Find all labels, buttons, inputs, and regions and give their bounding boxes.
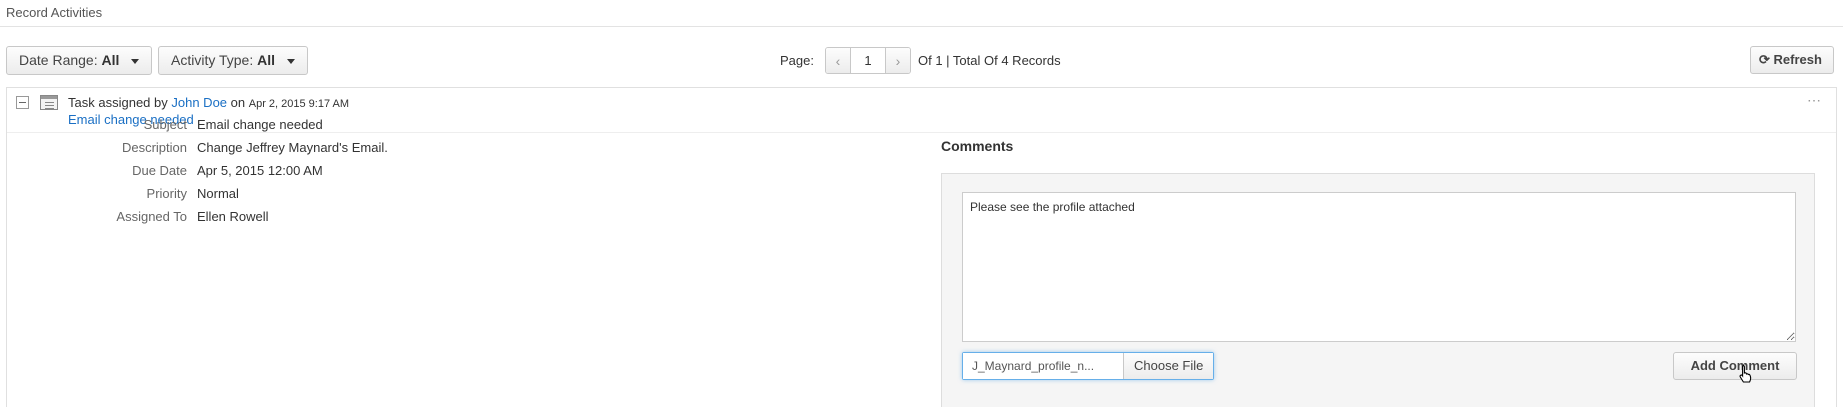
chevron-right-icon: › [895, 52, 901, 69]
caret-down-icon [286, 58, 295, 64]
activity-timestamp: Apr 2, 2015 9:17 AM [248, 98, 350, 110]
page-number-input[interactable] [850, 48, 886, 73]
more-options-icon[interactable]: ⋯ [1807, 92, 1822, 109]
activity-type-label: Activity Type: [171, 52, 254, 68]
detail-value: Email change needed [197, 117, 323, 132]
date-range-dropdown[interactable]: Date Range: All [6, 46, 153, 75]
detail-label: Subject [143, 117, 187, 132]
next-page-button[interactable]: › [886, 48, 910, 73]
assigned-by-text: assigned by [98, 95, 168, 110]
choose-file-button[interactable]: Choose File [1123, 353, 1214, 379]
activity-summary: Task assigned by John Doe on Apr 2, 2015… [68, 95, 349, 110]
detail-label: Priority [146, 186, 187, 201]
chevron-left-icon: ‹ [835, 52, 841, 69]
add-comment-button[interactable]: Add Comment [1673, 352, 1797, 380]
section-title: Record Activities [0, 0, 1843, 27]
detail-value: Change Jeffrey Maynard's Email. [197, 140, 388, 155]
date-range-value: All [101, 52, 120, 68]
pager: ‹ › [825, 47, 911, 74]
pager-summary: Of 1 | Total Of 4 Records [918, 53, 1061, 68]
comments-title: Comments [941, 138, 1014, 154]
activity-type-value: All [257, 52, 275, 68]
detail-label: Due Date [132, 163, 187, 178]
detail-value: Ellen Rowell [197, 209, 269, 224]
activity-type: Task [68, 95, 95, 110]
selected-file-name: J_Maynard_profile_n... [963, 353, 1123, 379]
refresh-icon: ⟳ [1759, 52, 1770, 67]
detail-label: Description [121, 140, 187, 155]
date-range-label: Date Range: [19, 52, 98, 68]
refresh-label: Refresh [1773, 52, 1822, 67]
file-attachment-field[interactable]: J_Maynard_profile_n... Choose File [962, 352, 1215, 380]
on-text: on [230, 95, 246, 110]
task-icon [40, 95, 58, 110]
hand-pointer-icon [1739, 364, 1752, 383]
comments-panel: J_Maynard_profile_n... Choose File Add C… [941, 173, 1815, 407]
prev-page-button[interactable]: ‹ [826, 48, 850, 73]
detail-value: Normal [197, 186, 239, 201]
refresh-button[interactable]: ⟳ Refresh [1750, 46, 1834, 74]
pager-label: Page: [780, 53, 814, 68]
detail-label: Assigned To [116, 209, 187, 224]
comment-textarea[interactable] [962, 192, 1796, 342]
activity-card: Task assigned by John Doe on Apr 2, 2015… [6, 87, 1837, 407]
assigned-by-user-link[interactable]: John Doe [171, 95, 227, 110]
detail-value: Apr 5, 2015 12:00 AM [197, 163, 323, 178]
activity-type-dropdown[interactable]: Activity Type: All [158, 46, 308, 75]
collapse-icon[interactable] [16, 96, 29, 109]
caret-down-icon [131, 58, 140, 64]
